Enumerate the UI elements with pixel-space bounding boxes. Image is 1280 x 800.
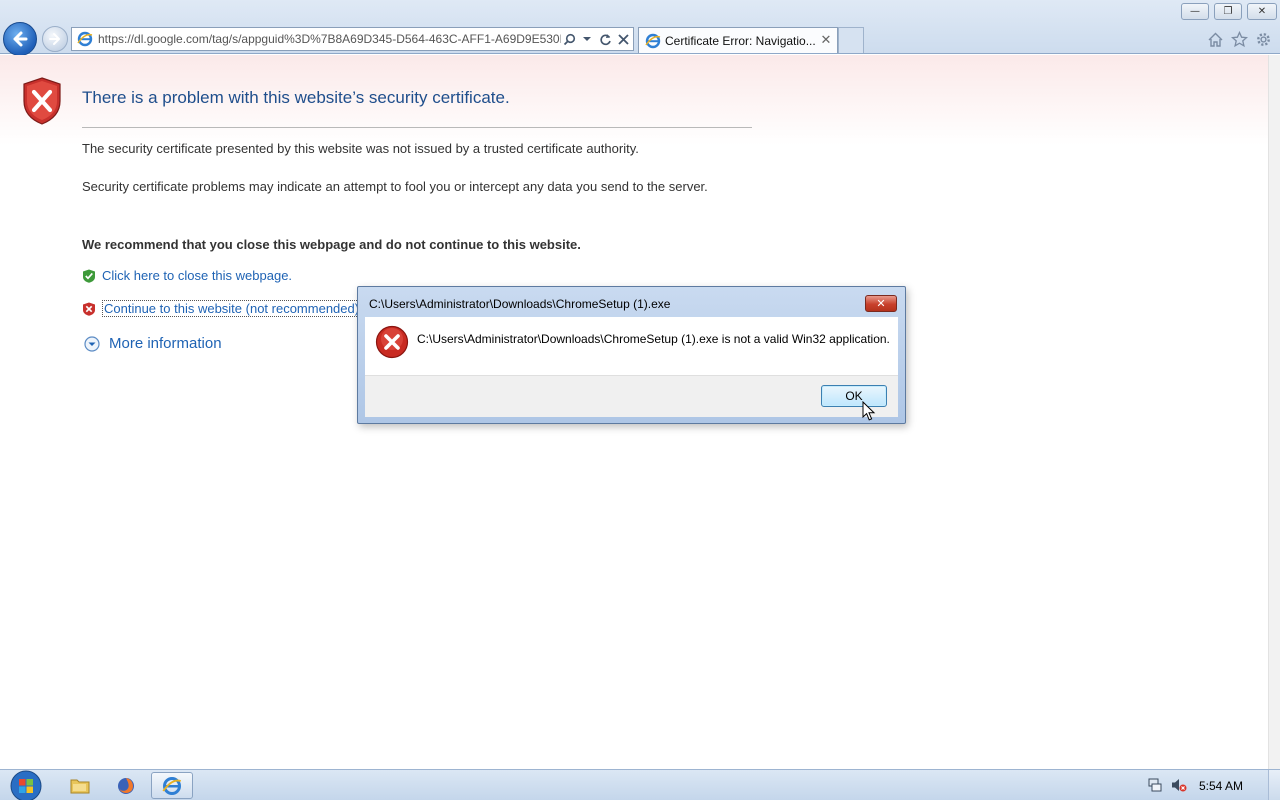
error-icon [375,325,409,359]
error-dialog: C:\Users\Administrator\Downloads\ChromeS… [357,286,906,424]
dialog-footer: OK [365,375,898,417]
new-tab-button[interactable] [838,27,864,53]
start-button[interactable] [6,770,46,800]
dialog-message: C:\Users\Administrator\Downloads\ChromeS… [417,332,890,346]
back-button[interactable] [3,22,37,56]
refresh-icon[interactable] [597,31,613,47]
network-icon[interactable] [1146,776,1164,794]
forward-arrow-icon [49,33,60,45]
continue-website-link[interactable]: Continue to this website (not recommende… [82,300,365,317]
tab-title: Certificate Error: Navigatio... [665,33,816,48]
maximize-button[interactable]: ❐ [1214,3,1242,20]
continue-website-link-label[interactable]: Continue to this website (not recommende… [102,300,365,317]
search-icon[interactable] [561,31,577,47]
star-icon[interactable] [1229,29,1249,49]
back-arrow-icon [13,31,28,47]
taskbar-internet-explorer[interactable] [151,772,193,799]
tab-certificate-error[interactable]: Certificate Error: Navigatio... ✕ [638,27,838,53]
close-webpage-link[interactable]: Click here to close this webpage. [82,268,292,283]
folder-icon [70,779,90,793]
more-information-toggle[interactable]: More information [84,335,222,352]
minimize-button[interactable]: — [1181,3,1209,20]
volume-muted-icon[interactable] [1170,776,1188,794]
taskbar: 5:54 AM [0,769,1280,800]
close-webpage-link-label[interactable]: Click here to close this webpage. [102,268,292,283]
address-bar[interactable]: https://dl.google.com/tag/s/appguid%3D%7… [71,27,634,51]
recommendation-text: We recommend that you close this webpage… [82,237,581,252]
show-desktop-button[interactable] [1268,770,1280,800]
security-warning-message: Security certificate problems may indica… [82,179,708,194]
forward-button[interactable] [42,26,68,52]
more-information-label[interactable]: More information [109,335,222,352]
certificate-message: The security certificate presented by th… [82,141,639,156]
expand-icon [84,335,100,352]
stop-icon[interactable] [615,31,631,47]
dropdown-icon[interactable] [579,31,595,47]
address-url[interactable]: https://dl.google.com/tag/s/appguid%3D%7… [98,32,561,46]
window-close-button[interactable]: ✕ [1247,3,1277,20]
dialog-close-button[interactable]: ✕ [865,295,897,312]
divider [82,127,752,128]
vertical-scrollbar[interactable] [1268,55,1280,769]
dialog-body: C:\Users\Administrator\Downloads\ChromeS… [365,317,898,375]
shield-check-icon [83,269,95,283]
tab-close-icon[interactable]: ✕ [818,33,834,48]
gear-icon[interactable] [1253,29,1273,49]
windows-start-icon [10,770,42,800]
dialog-title: C:\Users\Administrator\Downloads\ChromeS… [369,297,671,311]
shield-error-icon [23,77,61,125]
taskbar-explorer[interactable] [59,772,101,799]
clock[interactable]: 5:54 AM [1199,779,1243,793]
page-title: There is a problem with this website’s s… [82,88,510,107]
home-icon[interactable] [1205,29,1225,49]
mouse-cursor-icon [862,401,876,421]
browser-chrome: — ❐ ✕ https://dl.google.com/tag/s/appgui… [0,0,1280,56]
taskbar-firefox[interactable] [105,772,147,799]
ok-button[interactable]: OK [821,385,887,407]
shield-error-icon [83,302,95,316]
ie-icon [162,776,182,795]
ie-icon [77,31,93,47]
ie-icon [645,33,661,48]
firefox-icon [118,777,134,794]
